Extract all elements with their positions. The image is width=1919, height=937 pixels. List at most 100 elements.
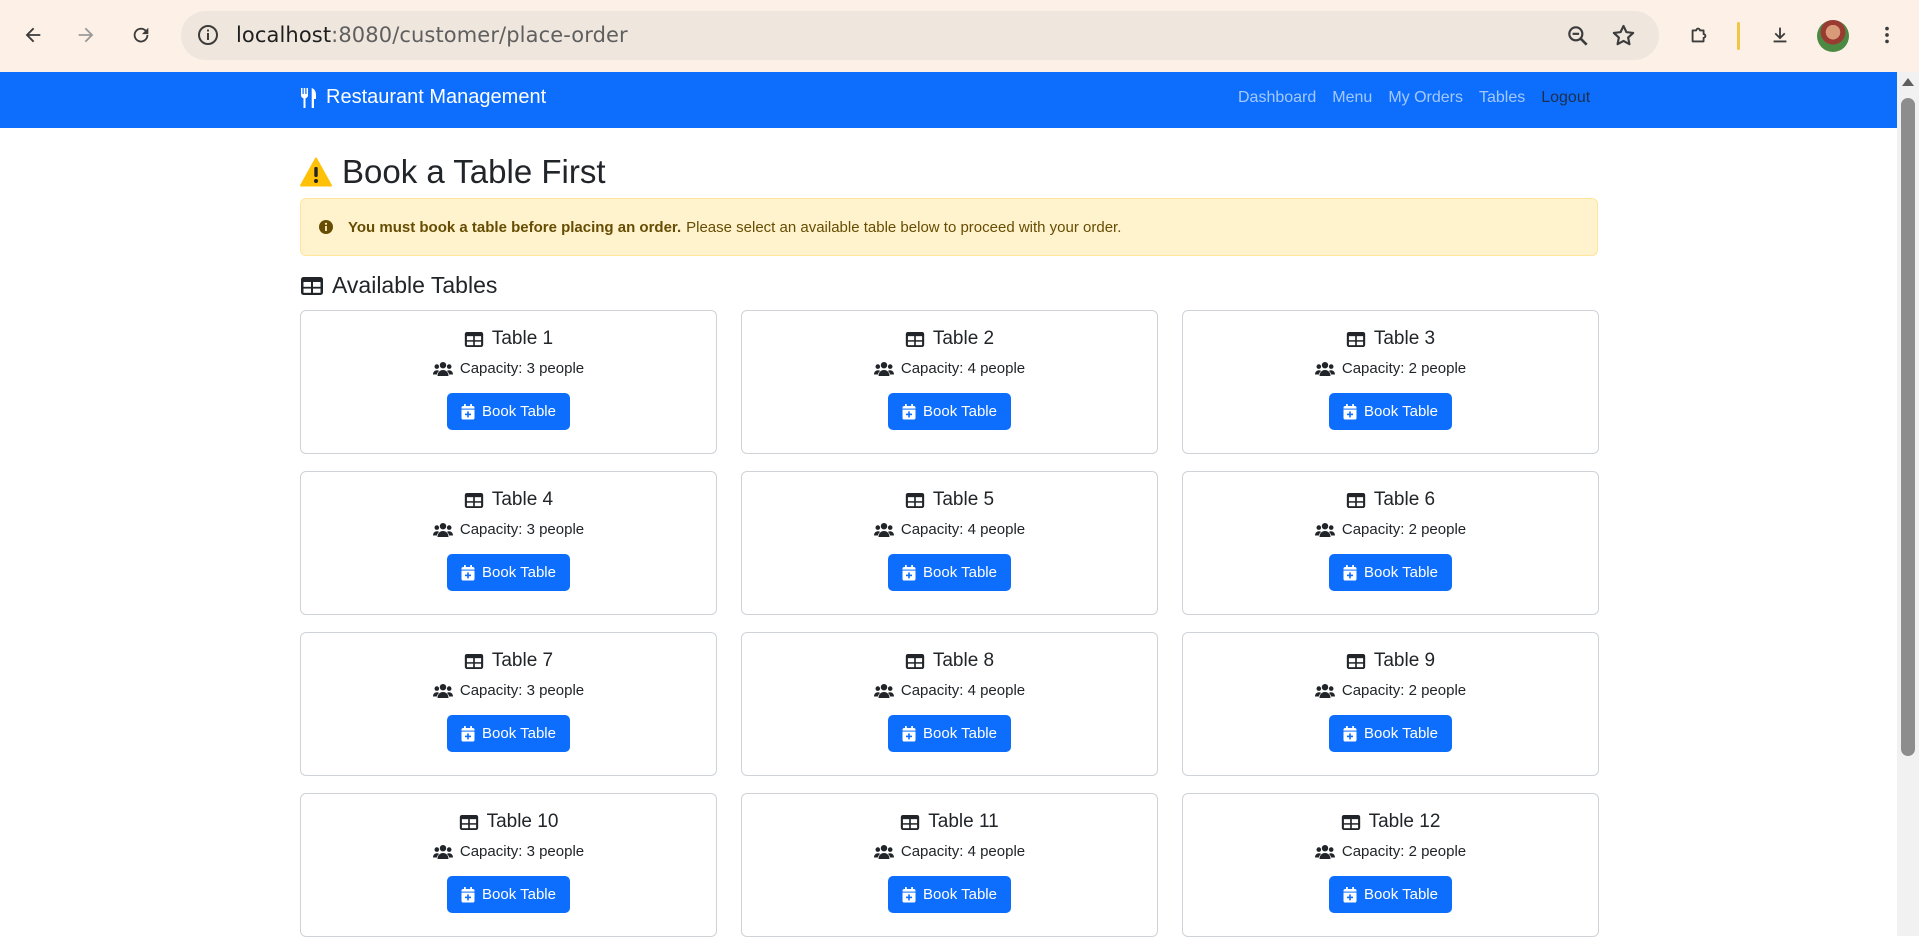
table-card: Table 6 Capacity: 2 people Book Table (1182, 471, 1599, 615)
table-capacity: Capacity: 4 people (873, 521, 1025, 538)
tables-grid: Table 1 Capacity: 3 people Book Table Ta… (300, 310, 1599, 937)
table-card: Table 3 Capacity: 2 people Book Table (1182, 310, 1599, 454)
table-card: Table 7 Capacity: 3 people Book Table (300, 632, 717, 776)
book-table-label: Book Table (482, 564, 556, 581)
url-host: localhost (236, 23, 332, 47)
book-table-button[interactable]: Book Table (1329, 876, 1452, 913)
table-name: Table 3 (1373, 328, 1436, 349)
url-text[interactable]: localhost:8080/customer/place-order (236, 23, 628, 47)
table-grid-icon (905, 331, 925, 347)
download-icon (1773, 27, 1787, 43)
page-scrollbar[interactable] (1897, 72, 1919, 936)
table-card-title: Table 10 (459, 811, 559, 833)
page-title: Book a Table First (300, 153, 606, 191)
book-table-button[interactable]: Book Table (447, 715, 570, 752)
back-button[interactable] (15, 17, 51, 53)
table-card-title: Table 6 (1346, 489, 1435, 511)
app-navbar: Restaurant Management Dashboard Menu My … (0, 72, 1897, 128)
book-table-label: Book Table (923, 886, 997, 903)
book-table-label: Book Table (1364, 725, 1438, 742)
users-icon (432, 361, 453, 376)
downloads-button[interactable] (1762, 17, 1798, 53)
table-name: Table 4 (491, 489, 554, 510)
table-capacity: Capacity: 4 people (873, 360, 1025, 377)
book-table-label: Book Table (923, 725, 997, 742)
alert-text: Please select an available table below t… (686, 218, 1122, 236)
book-table-button[interactable]: Book Table (447, 876, 570, 913)
available-tables-heading: Available Tables (300, 272, 497, 299)
book-table-button[interactable]: Book Table (888, 715, 1011, 752)
nav-link-logout[interactable]: Logout (1541, 89, 1590, 107)
book-table-button[interactable]: Book Table (1329, 554, 1452, 591)
profile-avatar[interactable] (1817, 20, 1849, 52)
nav-link-tables[interactable]: Tables (1479, 89, 1525, 107)
book-table-button[interactable]: Book Table (447, 393, 570, 430)
calendar-plus-icon (902, 564, 916, 580)
table-grid-icon (464, 653, 484, 669)
table-card: Table 2 Capacity: 4 people Book Table (741, 310, 1158, 454)
users-icon (432, 522, 453, 537)
address-bar[interactable]: localhost:8080/customer/place-order (181, 11, 1659, 60)
warning-triangle-icon (300, 157, 332, 187)
table-capacity: Capacity: 2 people (1314, 521, 1467, 538)
book-table-button[interactable]: Book Table (888, 554, 1011, 591)
table-name: Table 12 (1368, 811, 1441, 832)
capacity-text: Capacity: 3 people (459, 682, 585, 699)
bookmark-star-icon[interactable] (1610, 22, 1637, 49)
nav-link-menu[interactable]: Menu (1332, 89, 1372, 107)
table-card-title: Table 11 (900, 811, 999, 833)
reload-button[interactable] (123, 17, 159, 53)
table-card-title: Table 12 (1341, 811, 1441, 833)
table-capacity: Capacity: 4 people (873, 843, 1025, 860)
book-table-button[interactable]: Book Table (1329, 393, 1452, 430)
table-card-title: Table 9 (1346, 650, 1435, 672)
scroll-thumb[interactable] (1901, 98, 1915, 756)
table-grid-icon (464, 331, 484, 347)
alert-bold-text: You must book a table before placing an … (348, 218, 682, 236)
table-name: Table 1 (491, 328, 554, 349)
table-name: Table 8 (932, 650, 995, 671)
table-grid-icon (1346, 653, 1366, 669)
table-card-title: Table 2 (905, 328, 994, 350)
table-grid-icon (459, 814, 478, 830)
info-icon[interactable] (196, 23, 220, 47)
table-grid-icon (1346, 331, 1366, 347)
zoom-icon[interactable] (1565, 23, 1591, 49)
table-card-title: Table 7 (464, 650, 553, 672)
section-title-text: Available Tables (332, 272, 498, 298)
book-table-label: Book Table (923, 403, 997, 420)
table-name: Table 10 (486, 811, 559, 832)
nav-link-my-orders[interactable]: My Orders (1388, 89, 1463, 107)
book-table-button[interactable]: Book Table (1329, 715, 1452, 752)
extensions-button[interactable] (1681, 17, 1717, 53)
arrow-left-icon (25, 27, 41, 43)
navbar-brand[interactable]: Restaurant Management (300, 86, 546, 109)
browser-menu-button[interactable] (1869, 17, 1905, 53)
table-grid-icon (901, 814, 920, 830)
nav-link-dashboard[interactable]: Dashboard (1238, 89, 1316, 107)
browser-toolbar: localhost:8080/customer/place-order (0, 0, 1919, 72)
scroll-up-arrow-icon[interactable] (1902, 78, 1914, 86)
table-capacity: Capacity: 3 people (432, 843, 584, 860)
warning-alert: You must book a table before placing an … (300, 198, 1598, 256)
table-name: Table 7 (491, 650, 554, 671)
table-grid-icon (301, 276, 323, 295)
users-icon (873, 844, 894, 859)
book-table-button[interactable]: Book Table (888, 876, 1011, 913)
book-table-label: Book Table (923, 564, 997, 581)
table-card: Table 8 Capacity: 4 people Book Table (741, 632, 1158, 776)
table-card-title: Table 3 (1346, 328, 1435, 350)
table-name: Table 6 (1373, 489, 1436, 510)
capacity-text: Capacity: 2 people (1341, 521, 1467, 538)
capacity-text: Capacity: 4 people (900, 682, 1026, 699)
table-name: Table 5 (932, 489, 995, 510)
table-card-title: Table 1 (464, 328, 553, 350)
forward-button[interactable] (68, 17, 104, 53)
book-table-label: Book Table (1364, 564, 1438, 581)
book-table-label: Book Table (482, 725, 556, 742)
calendar-plus-icon (902, 886, 916, 902)
book-table-button[interactable]: Book Table (447, 554, 570, 591)
book-table-button[interactable]: Book Table (888, 393, 1011, 430)
table-name: Table 9 (1373, 650, 1436, 671)
users-icon (873, 522, 894, 537)
